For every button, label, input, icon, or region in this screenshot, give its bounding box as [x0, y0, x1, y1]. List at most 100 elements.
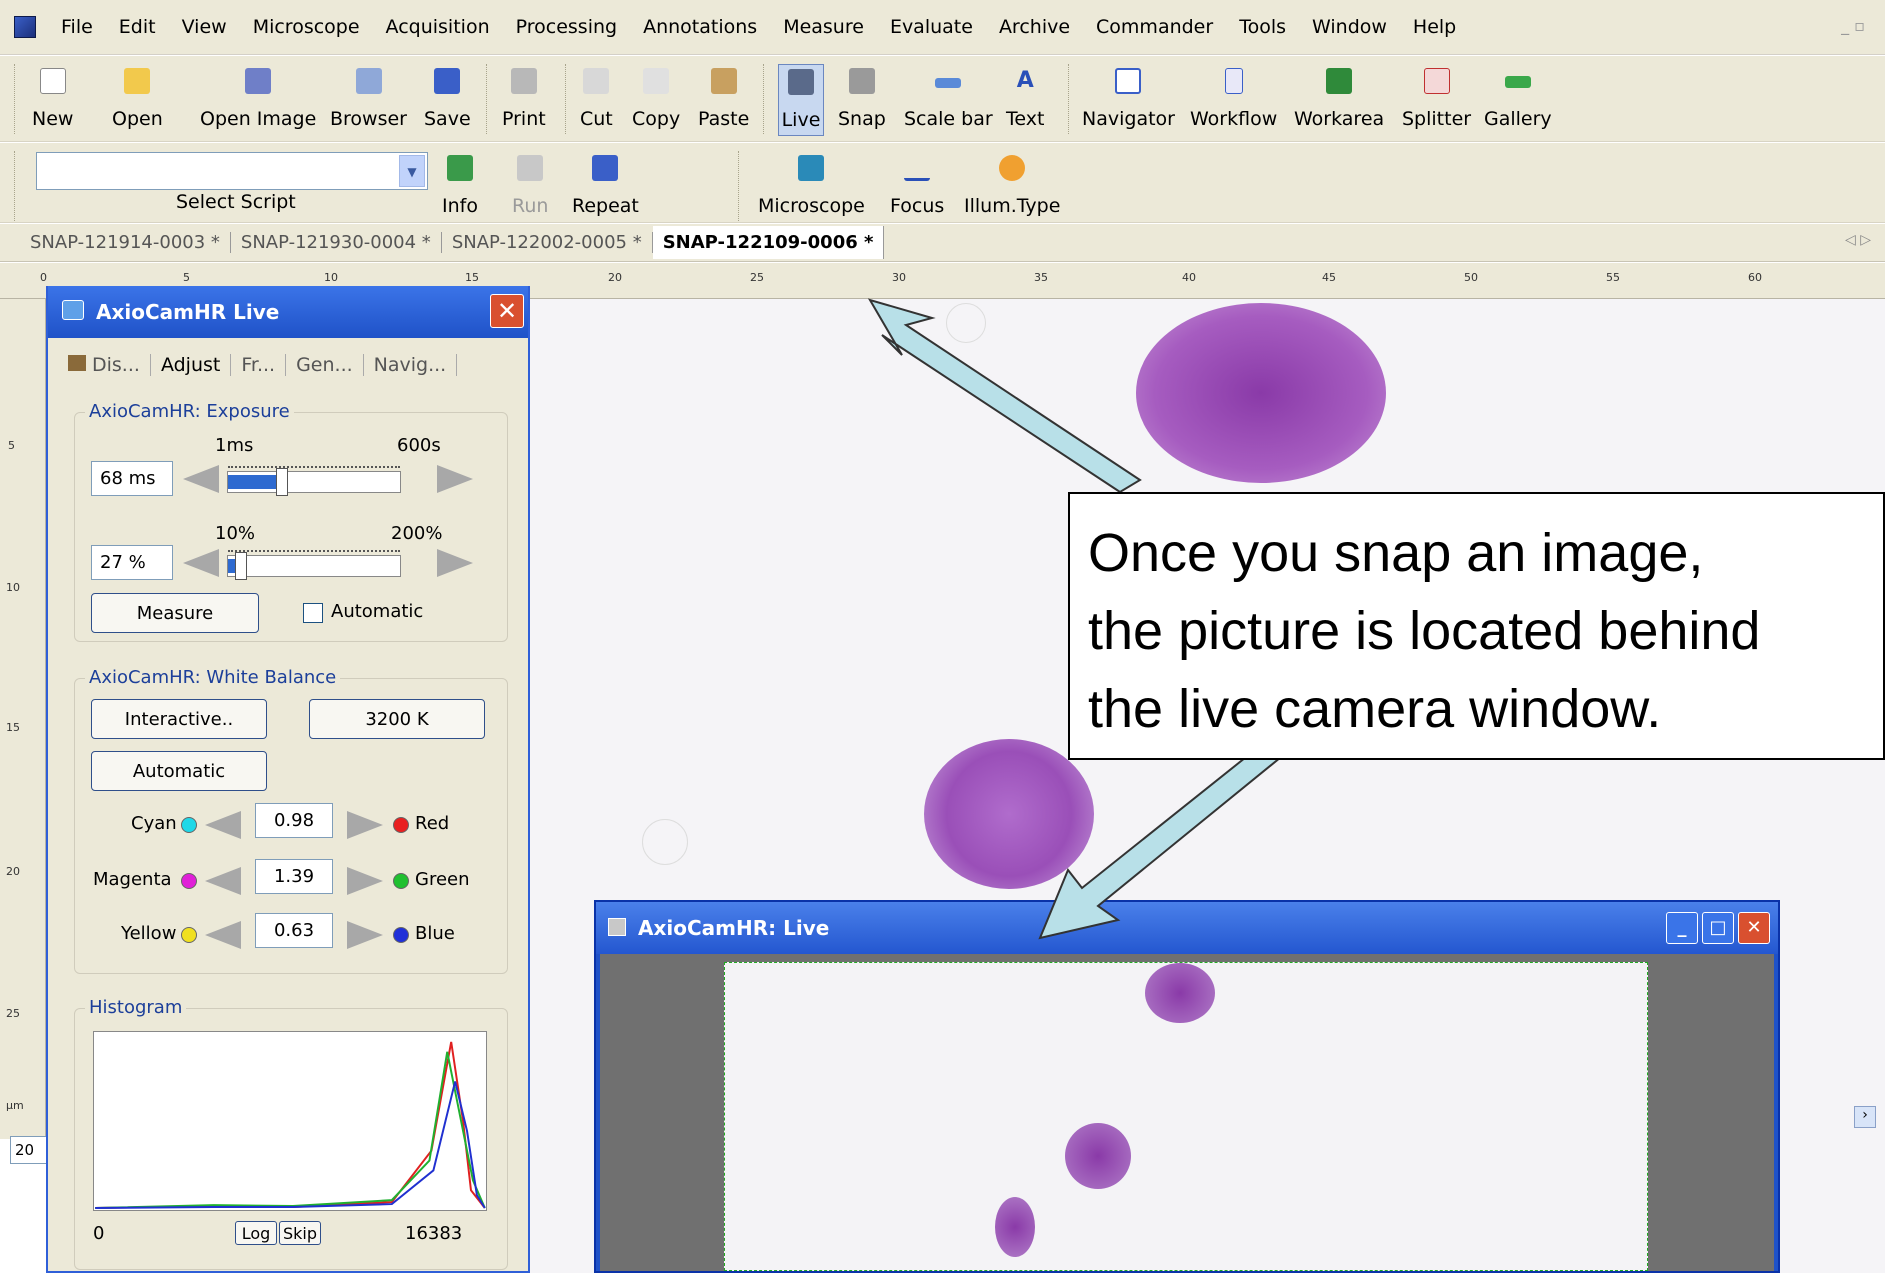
histogram-green-curve: [95, 1051, 486, 1210]
info-button[interactable]: Info: [442, 151, 478, 223]
open-button[interactable]: Open: [112, 64, 163, 136]
save-button[interactable]: Save: [424, 64, 471, 136]
snap-button[interactable]: Snap: [838, 64, 886, 136]
tab-navigation[interactable]: Navig...: [364, 354, 458, 376]
live-window-titlebar[interactable]: AxioCamHR: Live _ □ ✕: [596, 902, 1778, 954]
mdi-window-buttons[interactable]: _ ▫: [1841, 16, 1865, 35]
workflow-button[interactable]: Workflow: [1190, 64, 1277, 136]
toolbar-separator: [738, 151, 739, 221]
script-select[interactable]: ▼: [36, 152, 428, 190]
menu-edit[interactable]: Edit: [106, 16, 169, 38]
tab-frame[interactable]: Fr...: [231, 354, 287, 376]
tab-display[interactable]: Dis...: [58, 354, 151, 376]
increase-arrow-icon[interactable]: [437, 465, 473, 493]
slider-thumb[interactable]: [234, 552, 247, 580]
navigator-icon: [1115, 68, 1142, 94]
magenta-decrease-arrow-icon[interactable]: [205, 867, 241, 895]
interactive-button[interactable]: Interactive..: [91, 699, 267, 739]
text-button[interactable]: A Text: [1006, 64, 1044, 136]
tab-adjust[interactable]: Adjust: [151, 354, 232, 376]
green-increase-arrow-icon[interactable]: [347, 867, 383, 895]
exposure-time-field[interactable]: 68 ms: [91, 461, 173, 496]
measure-button[interactable]: Measure: [91, 593, 259, 633]
menu-measure[interactable]: Measure: [770, 16, 877, 38]
gallery-button[interactable]: Gallery: [1484, 64, 1552, 136]
yellow-blue-value[interactable]: 0.63: [255, 913, 333, 948]
cyan-red-value[interactable]: 0.98: [255, 803, 333, 838]
tab-general[interactable]: Gen...: [286, 354, 364, 376]
cut-button[interactable]: Cut: [580, 64, 613, 136]
zoom-field[interactable]: 20: [10, 1136, 50, 1164]
menu-archive[interactable]: Archive: [986, 16, 1083, 38]
open-image-button[interactable]: Open Image: [200, 64, 316, 136]
live-view[interactable]: [600, 954, 1774, 1271]
menu-annotations[interactable]: Annotations: [630, 16, 770, 38]
red-increase-arrow-icon[interactable]: [347, 811, 383, 839]
microscope-button[interactable]: Microscope: [758, 151, 865, 223]
chevron-down-icon[interactable]: ▼: [399, 155, 425, 187]
print-button[interactable]: Print: [502, 64, 546, 136]
ruler-tick: 15: [465, 271, 479, 284]
magenta-green-value[interactable]: 1.39: [255, 859, 333, 894]
live-window-icon: [608, 918, 626, 936]
menu-microscope[interactable]: Microscope: [240, 16, 373, 38]
exposure-percent-slider[interactable]: [227, 550, 401, 580]
run-button[interactable]: Run: [512, 151, 548, 223]
workarea-label: Workarea: [1294, 108, 1385, 130]
panel-titlebar[interactable]: AxioCamHR Live ✕: [48, 286, 528, 338]
menu-processing[interactable]: Processing: [503, 16, 630, 38]
cyan-decrease-arrow-icon[interactable]: [205, 811, 241, 839]
browser-button[interactable]: Browser: [330, 64, 407, 136]
toolbar-grip: [14, 151, 15, 221]
menu-acquisition[interactable]: Acquisition: [373, 16, 503, 38]
tab-snap-0006[interactable]: SNAP-122109-0006 *: [652, 226, 885, 259]
workarea-button[interactable]: Workarea: [1294, 64, 1384, 136]
navigator-button[interactable]: Navigator: [1082, 64, 1175, 136]
decrease-arrow-icon[interactable]: [183, 549, 219, 577]
paste-button[interactable]: Paste: [698, 64, 749, 136]
scale-bar-button[interactable]: Scale bar: [904, 64, 993, 136]
yellow-decrease-arrow-icon[interactable]: [205, 921, 241, 949]
blood-cell: [1145, 963, 1215, 1023]
menu-help[interactable]: Help: [1400, 16, 1469, 38]
decrease-arrow-icon[interactable]: [183, 465, 219, 493]
exposure-time-slider[interactable]: [227, 466, 401, 496]
close-icon[interactable]: ✕: [490, 294, 524, 328]
close-icon[interactable]: ✕: [1738, 912, 1770, 944]
repeat-button[interactable]: Repeat: [572, 151, 639, 223]
new-button[interactable]: New: [32, 64, 73, 136]
ruler-tick: 15: [6, 721, 20, 734]
increase-arrow-icon[interactable]: [437, 549, 473, 577]
blue-increase-arrow-icon[interactable]: [347, 921, 383, 949]
focus-button[interactable]: Focus: [890, 151, 944, 223]
menu-file[interactable]: File: [48, 16, 106, 38]
tab-snap-0003[interactable]: SNAP-121914-0003 *: [20, 232, 231, 253]
histogram-group-title: Histogram: [85, 997, 187, 1018]
exposure-percent-field[interactable]: 27 %: [91, 545, 173, 580]
menu-view[interactable]: View: [169, 16, 240, 38]
automatic-exposure-checkbox[interactable]: [303, 603, 323, 623]
tab-snap-0005[interactable]: SNAP-122002-0005 *: [442, 232, 653, 253]
automatic-white-balance-button[interactable]: Automatic: [91, 751, 267, 791]
kelvin-3200-button[interactable]: 3200 K: [309, 699, 485, 739]
tab-snap-0004[interactable]: SNAP-121930-0004 *: [231, 232, 442, 253]
log-button[interactable]: Log: [235, 1221, 277, 1245]
slider-thumb[interactable]: [276, 468, 289, 496]
minimize-icon[interactable]: _: [1666, 912, 1698, 944]
skip-button[interactable]: Skip: [279, 1221, 321, 1245]
scroll-right-icon[interactable]: ›: [1854, 1106, 1876, 1128]
live-button[interactable]: Live: [778, 64, 824, 136]
menu-tools[interactable]: Tools: [1226, 16, 1299, 38]
copy-button[interactable]: Copy: [632, 64, 680, 136]
splitter-button[interactable]: Splitter: [1402, 64, 1471, 136]
snap-label: Snap: [838, 108, 886, 130]
live-camera-window: AxioCamHR: Live _ □ ✕: [594, 900, 1780, 1273]
live-image[interactable]: [724, 962, 1648, 1271]
tab-scroll-arrows[interactable]: ◁ ▷: [1845, 232, 1871, 248]
ruler-tick: 55: [1606, 271, 1620, 284]
menu-window[interactable]: Window: [1299, 16, 1400, 38]
illum-type-button[interactable]: Illum.Type: [964, 151, 1060, 223]
menu-commander[interactable]: Commander: [1083, 16, 1226, 38]
menu-evaluate[interactable]: Evaluate: [877, 16, 986, 38]
maximize-icon[interactable]: □: [1702, 912, 1734, 944]
